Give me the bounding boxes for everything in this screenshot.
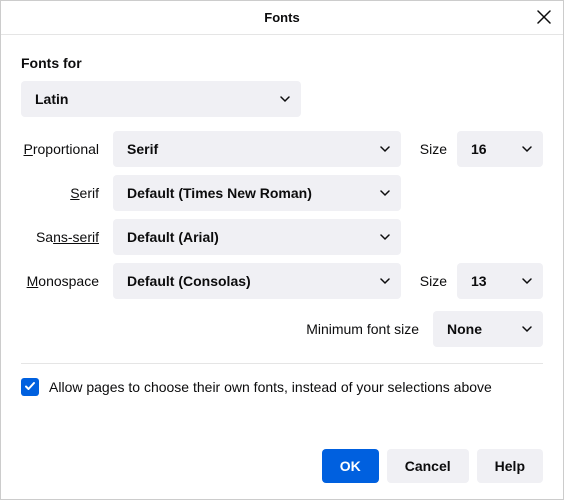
proportional-size-label: Size xyxy=(401,141,457,157)
allow-pages-label: Allow pages to choose their own fonts, i… xyxy=(49,379,492,395)
sansserif-select[interactable]: Default (Arial) xyxy=(113,219,401,255)
sansserif-row: Sans-serif Default (Arial) xyxy=(21,219,543,255)
close-button[interactable] xyxy=(531,5,557,31)
dialog-content: Fonts for Latin Proportional Serif Size … xyxy=(1,35,563,449)
chevron-down-icon xyxy=(379,187,391,199)
monospace-size-select[interactable]: 13 xyxy=(457,263,543,299)
language-select[interactable]: Latin xyxy=(21,81,301,117)
proportional-size-select[interactable]: 16 xyxy=(457,131,543,167)
minimum-value: None xyxy=(447,321,482,337)
help-button[interactable]: Help xyxy=(477,449,543,483)
ok-button[interactable]: OK xyxy=(322,449,379,483)
serif-row: Serif Default (Times New Roman) xyxy=(21,175,543,211)
language-value: Latin xyxy=(35,91,68,107)
cancel-button[interactable]: Cancel xyxy=(387,449,469,483)
proportional-label: Proportional xyxy=(21,141,113,157)
chevron-down-icon xyxy=(521,143,533,155)
serif-select[interactable]: Default (Times New Roman) xyxy=(113,175,401,211)
serif-label: Serif xyxy=(21,185,113,201)
chevron-down-icon xyxy=(521,323,533,335)
monospace-label: Monospace xyxy=(21,273,113,289)
minimum-row: Minimum font size None xyxy=(21,311,543,347)
monospace-size-label: Size xyxy=(401,273,457,289)
proportional-select[interactable]: Serif xyxy=(113,131,401,167)
proportional-row: Proportional Serif Size 16 xyxy=(21,131,543,167)
monospace-row: Monospace Default (Consolas) Size 13 xyxy=(21,263,543,299)
monospace-size-value: 13 xyxy=(471,273,487,289)
divider xyxy=(21,363,543,364)
chevron-down-icon xyxy=(279,93,291,105)
chevron-down-icon xyxy=(379,143,391,155)
titlebar: Fonts xyxy=(1,1,563,35)
close-icon xyxy=(537,10,551,27)
allow-pages-checkbox[interactable] xyxy=(21,378,39,396)
minimum-label: Minimum font size xyxy=(306,321,433,337)
check-icon xyxy=(24,379,36,395)
minimum-select[interactable]: None xyxy=(433,311,543,347)
chevron-down-icon xyxy=(521,275,533,287)
fonts-for-heading: Fonts for xyxy=(21,55,543,71)
proportional-value: Serif xyxy=(127,141,158,157)
chevron-down-icon xyxy=(379,275,391,287)
serif-value: Default (Times New Roman) xyxy=(127,185,312,201)
sansserif-label: Sans-serif xyxy=(21,229,113,245)
sansserif-value: Default (Arial) xyxy=(127,229,219,245)
dialog-title: Fonts xyxy=(264,10,299,25)
dialog-footer: OK Cancel Help xyxy=(1,449,563,499)
allow-pages-row: Allow pages to choose their own fonts, i… xyxy=(21,378,543,396)
monospace-value: Default (Consolas) xyxy=(127,273,251,289)
proportional-size-value: 16 xyxy=(471,141,487,157)
chevron-down-icon xyxy=(379,231,391,243)
monospace-select[interactable]: Default (Consolas) xyxy=(113,263,401,299)
